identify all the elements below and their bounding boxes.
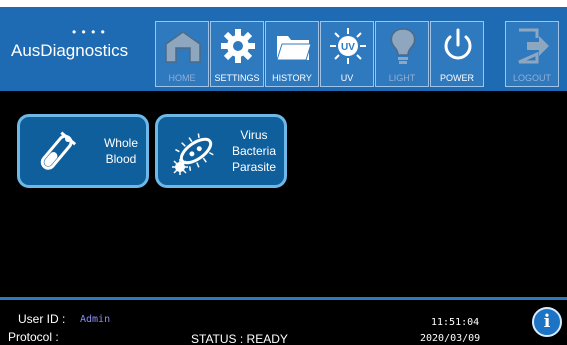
screen: • • • • AusDiagnostics HOME SETTINGS HIS… <box>0 0 567 345</box>
home-icon <box>165 31 201 63</box>
logo-dots: • • • • <box>72 25 106 39</box>
power-button-label: POWER <box>439 73 474 83</box>
whole-blood-label-line-1: Whole <box>103 136 138 150</box>
history-button[interactable]: HISTORY <box>265 21 319 87</box>
date-display: 2020/03/09 <box>420 333 481 344</box>
light-button-label: LIGHT <box>388 73 416 83</box>
settings-button-label: SETTINGS <box>214 73 260 83</box>
main-panel: Whole Blood Virus Bacteria Parasite <box>0 91 567 297</box>
virus-bacteria-parasite-tile[interactable]: Virus Bacteria Parasite <box>155 114 287 188</box>
light-button[interactable]: LIGHT <box>375 21 429 87</box>
status-text: STATUS : READY <box>191 332 288 345</box>
user-id-value: Admin <box>80 314 111 325</box>
test-tube-icon <box>40 131 77 170</box>
virus-bacteria-parasite-label: Virus Bacteria Parasite <box>232 127 276 175</box>
header-bar: • • • • AusDiagnostics HOME SETTINGS HIS… <box>0 7 567 91</box>
logo-text: AusDiagnostics <box>11 41 129 60</box>
logout-icon <box>518 28 549 64</box>
whole-blood-tile[interactable]: Whole Blood <box>17 114 149 188</box>
whole-blood-label-line-2: Blood <box>105 152 137 166</box>
bacteria-label: Bacteria <box>231 144 276 158</box>
uv-button[interactable]: UV UV <box>320 21 374 87</box>
logout-button[interactable]: LOGOUT <box>505 21 559 87</box>
home-button[interactable]: HOME <box>155 21 209 87</box>
status-bar: User ID : Admin Protocol : STATUS : READ… <box>0 300 567 345</box>
folder-icon <box>276 36 312 61</box>
lightbulb-icon <box>390 28 416 64</box>
history-button-label: HISTORY <box>272 73 312 83</box>
parasite-label: Parasite <box>231 160 276 174</box>
virus-label: Virus <box>240 128 268 142</box>
time-display: 11:51:04 <box>431 317 480 328</box>
user-id-label: User ID : <box>18 312 66 326</box>
uv-icon: UV <box>330 28 366 64</box>
settings-button[interactable]: SETTINGS <box>210 21 264 87</box>
gear-icon <box>221 29 255 63</box>
power-icon <box>444 28 472 60</box>
power-button[interactable]: POWER <box>430 21 484 87</box>
microbe-icon <box>172 133 214 175</box>
info-icon: i <box>543 311 551 332</box>
home-button-label: HOME <box>168 73 196 83</box>
uv-button-label: UV <box>340 73 354 83</box>
ausdiagnostics-logo: • • • • AusDiagnostics <box>11 25 145 67</box>
whole-blood-label: Whole Blood <box>104 135 138 167</box>
svg-text:UV: UV <box>341 42 355 53</box>
info-button[interactable]: i <box>532 307 562 337</box>
logout-button-label: LOGOUT <box>512 73 551 83</box>
protocol-label: Protocol : <box>8 330 59 344</box>
